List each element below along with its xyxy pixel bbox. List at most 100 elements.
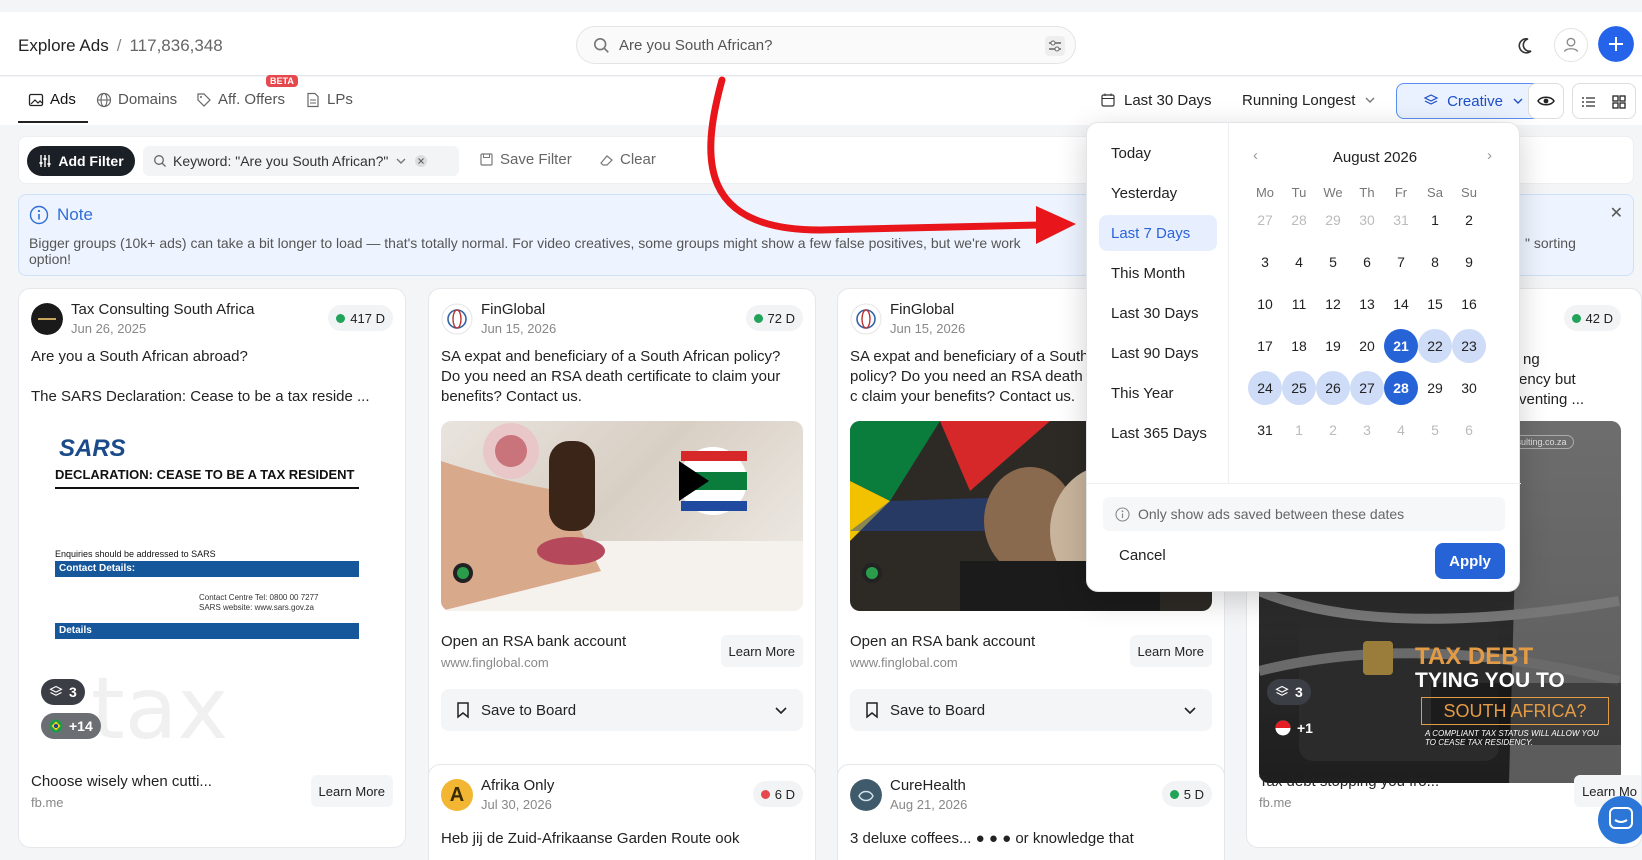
cancel-button[interactable]: Cancel [1119,547,1166,564]
calendar-day[interactable]: 13 [1350,287,1384,321]
calendar-day[interactable]: 3 [1248,245,1282,279]
remove-filter-icon[interactable] [414,154,428,168]
preset-yesterday[interactable]: Yesterday [1099,175,1217,211]
calendar-day[interactable]: 6 [1350,245,1384,279]
weekday-label: Tu [1291,185,1307,200]
preset-last-7-days[interactable]: Last 7 Days [1099,215,1217,251]
calendar-day[interactable]: 20 [1350,329,1384,363]
calendar-day[interactable]: 1 [1418,203,1452,237]
preset-last-30-days[interactable]: Last 30 Days [1099,295,1217,331]
ad-card[interactable]: CureHealth Aug 21, 2026 5 D 3 deluxe cof… [837,764,1225,860]
preset-last-90-days[interactable]: Last 90 Days [1099,335,1217,371]
clear-filters-button[interactable]: Clear [599,151,656,168]
calendar-day[interactable]: 6 [1452,413,1486,447]
visibility-toggle[interactable] [1528,83,1564,119]
creatives-count-badge[interactable]: 3 [1267,679,1311,705]
countries-badge[interactable]: +1 [1267,715,1321,741]
ad-creative[interactable] [441,421,803,611]
ad-url[interactable]: www.finglobal.com [441,655,549,670]
calendar-day[interactable]: 21 [1384,329,1418,363]
preset-today[interactable]: Today [1099,135,1217,171]
brand-name[interactable]: FinGlobal [890,301,954,318]
calendar-day[interactable]: 16 [1452,287,1486,321]
user-avatar-icon[interactable] [1554,28,1588,62]
preset-last-365-days[interactable]: Last 365 Days [1099,415,1217,451]
search-input[interactable]: Are you South African? [576,26,1076,64]
moon-icon[interactable] [1508,28,1542,62]
sort-dropdown[interactable]: Running Longest [1242,83,1377,117]
calendar-day[interactable]: 5 [1316,245,1350,279]
adjustments-icon[interactable] [1045,36,1065,56]
brand-name[interactable]: CureHealth [890,777,966,794]
calendar-day[interactable]: 2 [1452,203,1486,237]
save-to-board-dropdown[interactable]: Save to Board [850,689,1212,731]
calendar-day[interactable]: 29 [1418,371,1452,405]
calendar-day[interactable]: 19 [1316,329,1350,363]
countries-badge[interactable]: +14 [41,713,101,739]
calendar-day[interactable]: 29 [1316,203,1350,237]
calendar-day[interactable]: 31 [1248,413,1282,447]
brand-name[interactable]: Tax Consulting South Africa [71,301,254,318]
add-filter-button[interactable]: Add Filter [27,146,135,176]
tab-lps[interactable]: LPs [305,91,353,108]
calendar-day[interactable]: 23 [1452,329,1486,363]
chat-widget-button[interactable] [1598,796,1642,844]
grid-view-icon[interactable] [1609,92,1629,112]
calendar-day[interactable]: 27 [1248,203,1282,237]
close-note-icon[interactable]: ✕ [1610,203,1623,223]
calendar-day[interactable]: 10 [1248,287,1282,321]
preset-this-month[interactable]: This Month [1099,255,1217,291]
brand-name[interactable]: Afrika Only [481,777,554,794]
calendar-day[interactable]: 27 [1350,371,1384,405]
calendar-day[interactable]: 18 [1282,329,1316,363]
preset-this-year[interactable]: This Year [1099,375,1217,411]
ad-url[interactable]: www.finglobal.com [850,655,958,670]
ad-card[interactable]: A Afrika Only Jul 30, 2026 6 D Heb jij d… [428,764,816,860]
calendar-day[interactable]: 28 [1384,371,1418,405]
list-view-icon[interactable] [1579,92,1599,112]
date-range-button[interactable]: Last 30 Days [1100,83,1212,117]
calendar-day[interactable]: 9 [1452,245,1486,279]
tab-domains[interactable]: Domains [96,91,177,108]
keyword-filter-chip[interactable]: Keyword: "Are you South African?" [143,146,459,176]
calendar-day[interactable]: 30 [1452,371,1486,405]
calendar-day[interactable]: 31 [1384,203,1418,237]
view-toggle[interactable] [1572,83,1636,119]
calendar-day[interactable]: 17 [1248,329,1282,363]
calendar-day[interactable]: 7 [1384,245,1418,279]
calendar-day[interactable]: 12 [1316,287,1350,321]
calendar-day[interactable]: 4 [1384,413,1418,447]
apply-button[interactable]: Apply [1435,543,1505,579]
calendar-day[interactable]: 22 [1418,329,1452,363]
only-saved-option[interactable]: Only show ads saved between these dates [1103,497,1505,531]
ad-card[interactable]: Tax Consulting South Africa Jun 26, 2025… [18,288,406,848]
calendar-day[interactable]: 11 [1282,287,1316,321]
calendar-day[interactable]: 2 [1316,413,1350,447]
calendar-day[interactable]: 4 [1282,245,1316,279]
calendar-day[interactable]: 30 [1350,203,1384,237]
learn-more-button[interactable]: Learn More [720,635,803,667]
calendar-day[interactable]: 1 [1282,413,1316,447]
calendar-day[interactable]: 28 [1282,203,1316,237]
save-to-board-dropdown[interactable]: Save to Board [441,689,803,731]
tab-aff-offers[interactable]: Aff. Offers [196,91,285,108]
calendar-day[interactable]: 14 [1384,287,1418,321]
calendar-day[interactable]: 26 [1316,371,1350,405]
calendar-day[interactable]: 8 [1418,245,1452,279]
calendar-day[interactable]: 15 [1418,287,1452,321]
calendar-day[interactable]: 5 [1418,413,1452,447]
tab-ads[interactable]: Ads [28,91,76,108]
next-month-icon[interactable]: › [1487,147,1492,164]
ad-url[interactable]: fb.me [1259,795,1292,810]
learn-more-button[interactable]: Learn More [1129,635,1212,667]
calendar-day[interactable]: 24 [1248,371,1282,405]
calendar-day[interactable]: 25 [1282,371,1316,405]
creatives-count-badge[interactable]: 3 [41,679,85,705]
calendar-day[interactable]: 3 [1350,413,1384,447]
add-icon[interactable] [1598,26,1634,62]
brand-name[interactable]: FinGlobal [481,301,545,318]
save-filter-button[interactable]: Save Filter [479,151,572,168]
learn-more-button[interactable]: Learn More [310,775,393,807]
chevron-down-icon[interactable] [394,154,408,168]
ad-url[interactable]: fb.me [31,795,64,810]
